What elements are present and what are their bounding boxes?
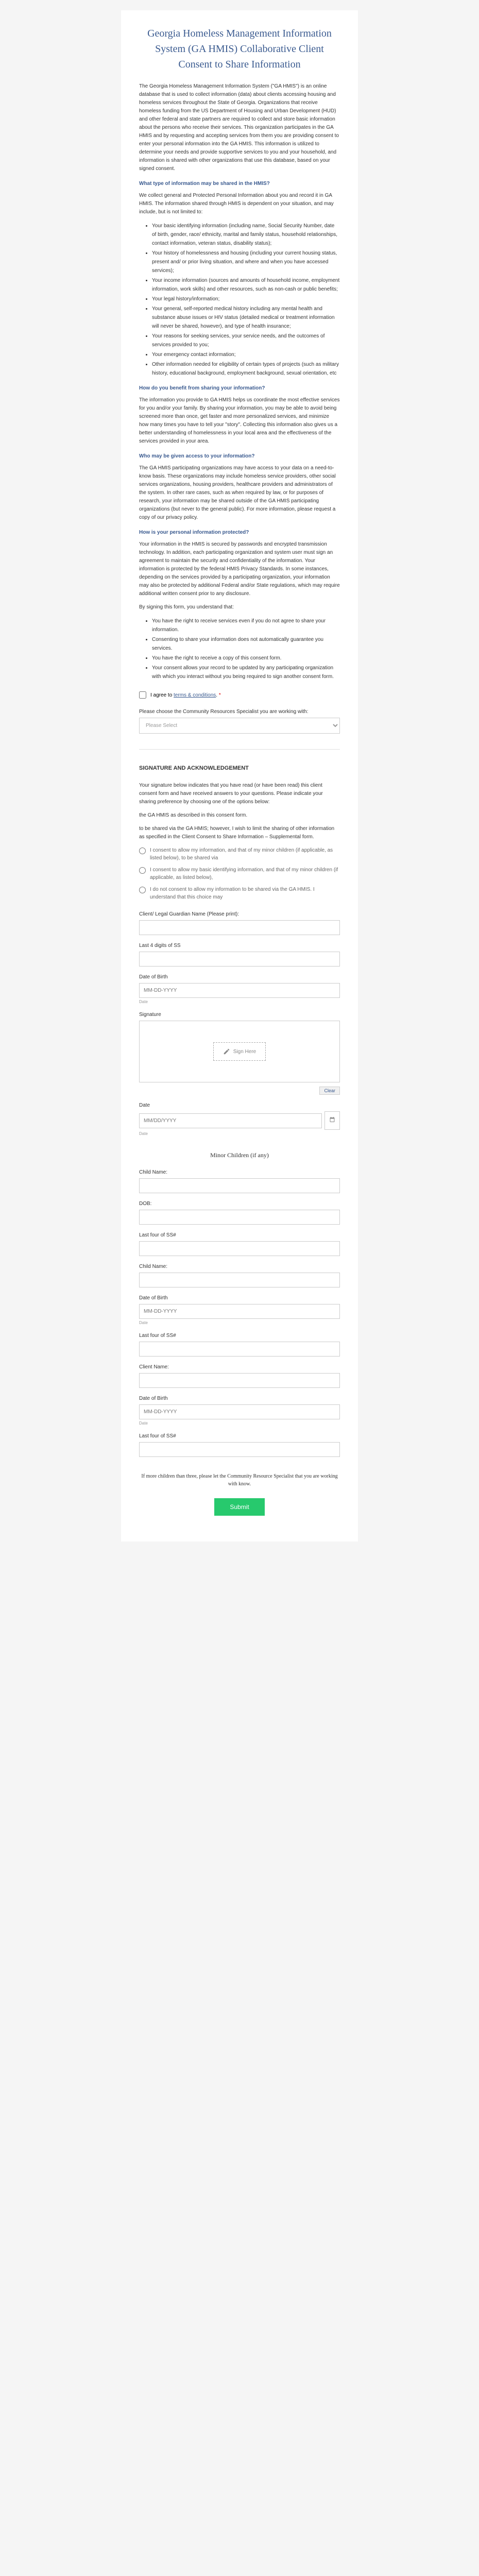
signature-body: Your signature below indicates that you … — [139, 782, 340, 806]
client-name-label: Client/ Legal Guardian Name (Please prin… — [139, 911, 340, 917]
sharing-radio-label-2: I consent to allow my basic identifying … — [150, 866, 340, 882]
submit-button[interactable]: Submit — [214, 1498, 264, 1516]
date-input[interactable] — [139, 1113, 322, 1128]
sharing-radio-1[interactable] — [139, 848, 146, 854]
list-item: Your consent allows your record to be up… — [152, 664, 340, 681]
child-name-input-1[interactable] — [139, 1178, 340, 1193]
child-ss-input-2[interactable] — [139, 1342, 340, 1357]
child-dob-label-3: Date of Birth — [139, 1396, 340, 1401]
list-item: Your income information (sources and amo… — [152, 276, 340, 294]
calendar-icon[interactable] — [324, 1111, 340, 1130]
child-ss-label: Last four of SS# — [139, 1433, 340, 1439]
terms-checkbox[interactable] — [139, 691, 146, 699]
list-item: Your reasons for seeking services, your … — [152, 332, 340, 349]
child-dob-input-3[interactable] — [139, 1404, 340, 1419]
client-name-label-3: Client Name: — [139, 1364, 340, 1370]
sharing-radio-3[interactable] — [139, 887, 146, 893]
terms-label: I agree to terms & conditions. * — [150, 692, 221, 698]
dob-helper: Date — [139, 1421, 340, 1426]
child-name-input-3[interactable] — [139, 1373, 340, 1388]
client-name-input[interactable] — [139, 920, 340, 935]
ss-input[interactable] — [139, 952, 340, 967]
child-name-input-2[interactable] — [139, 1273, 340, 1287]
section-body-2: The information you provide to GA HMIS h… — [139, 396, 340, 446]
list-item: Your emergency contact information; — [152, 350, 340, 359]
sharing-supplemental: to be shared via the GA HMIS; however, I… — [139, 825, 340, 841]
section-body-4a: Your information in the HMIS is secured … — [139, 540, 340, 598]
list-item: Your general, self-reported medical hist… — [152, 304, 340, 331]
bullet-list-1: Your basic identifying information (incl… — [139, 222, 340, 378]
section-body-3: The GA HMIS participating organizations … — [139, 464, 340, 522]
list-item: Other information needed for eligibility… — [152, 360, 340, 378]
signature-heading: SIGNATURE AND ACKNOWLEDGEMENT — [139, 765, 340, 771]
list-item: You have the right to receive services e… — [152, 617, 340, 634]
bullet-list-4: You have the right to receive services e… — [139, 617, 340, 681]
dob-helper: Date — [139, 1320, 340, 1325]
signature-label: Signature — [139, 1012, 340, 1018]
minor-children-heading: Minor Children (if any) — [139, 1151, 340, 1159]
child-dob-input-1[interactable] — [139, 1210, 340, 1225]
clear-signature-button[interactable]: Clear — [319, 1087, 340, 1095]
list-item: You have the right to receive a copy of … — [152, 654, 340, 663]
child-dob-label-2: Date of Birth — [139, 1295, 340, 1301]
list-item: Your history of homelessness and housing… — [152, 249, 340, 275]
child-ss-label: Last four of SS# — [139, 1232, 340, 1238]
sharing-option-1: the GA HMIS as described in this consent… — [139, 811, 340, 820]
list-item: Your legal history/information; — [152, 295, 340, 303]
sharing-radio-label-1: I consent to allow my information, and t… — [150, 846, 340, 862]
child-ss-input-3[interactable] — [139, 1442, 340, 1457]
specialist-select[interactable]: Please Select — [139, 718, 340, 734]
sharing-radio-2[interactable] — [139, 867, 146, 874]
more-children-note: If more children than three, please let … — [139, 1472, 340, 1488]
list-item: Your basic identifying information (incl… — [152, 222, 340, 248]
section-heading-4: How is your personal information protect… — [139, 530, 340, 535]
date-helper: Date — [139, 1131, 340, 1136]
sign-here-button[interactable]: Sign Here — [213, 1042, 266, 1061]
child-ss-input-1[interactable] — [139, 1241, 340, 1256]
child-ss-label: Last four of SS# — [139, 1333, 340, 1338]
signature-pad[interactable]: Sign Here — [139, 1021, 340, 1082]
child-name-label: Child Name: — [139, 1170, 340, 1175]
ss-label: Last 4 digits of SS — [139, 943, 340, 948]
section-heading-2: How do you benefit from sharing your inf… — [139, 385, 340, 391]
section-body-1: We collect general and Protected Persona… — [139, 192, 340, 216]
specialist-label: Please choose the Community Resources Sp… — [139, 709, 340, 715]
section-body-4b: By signing this form, you understand tha… — [139, 603, 340, 612]
list-item: Consenting to share your information doe… — [152, 635, 340, 653]
child-dob-input-2[interactable] — [139, 1304, 340, 1319]
dob-label: Date of Birth — [139, 974, 340, 980]
section-heading-1: What type of information may be shared i… — [139, 181, 340, 187]
section-heading-3: Who may be given access to your informat… — [139, 453, 340, 459]
intro-paragraph: The Georgia Homeless Management Informat… — [139, 82, 340, 173]
divider — [139, 749, 340, 750]
pencil-icon — [223, 1048, 230, 1055]
page-title: Georgia Homeless Management Information … — [139, 26, 340, 72]
date-label: Date — [139, 1103, 340, 1108]
dob-helper: Date — [139, 999, 340, 1004]
child-dob-label: DOB: — [139, 1201, 340, 1207]
dob-input[interactable] — [139, 983, 340, 998]
child-name-label: Child Name: — [139, 1264, 340, 1269]
required-star: * — [219, 692, 221, 698]
terms-link[interactable]: terms & conditions — [174, 692, 216, 698]
sharing-radio-label-3: I do not consent to allow my information… — [150, 886, 340, 901]
